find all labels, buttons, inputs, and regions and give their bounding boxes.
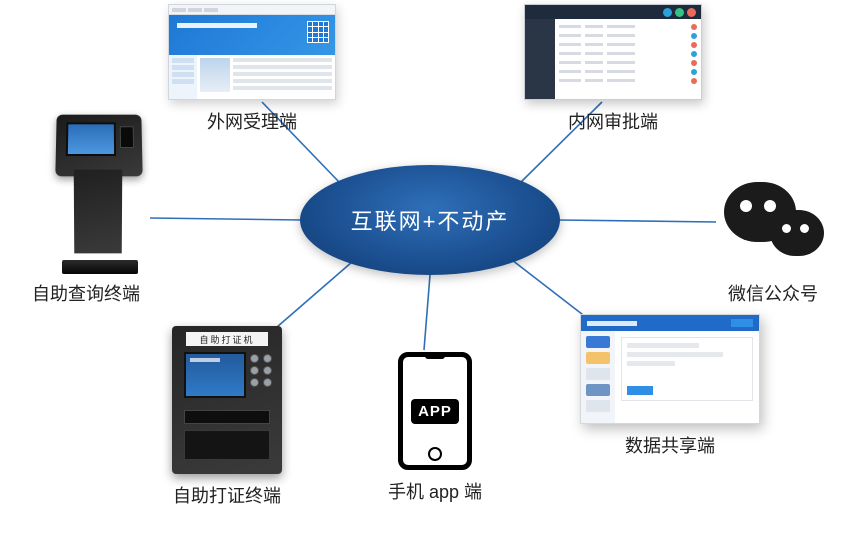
dashboard-icon <box>580 314 760 424</box>
node-label: 自助打证终端 <box>173 482 281 508</box>
center-title: 互联网+不动产 <box>351 204 510 236</box>
node-label: 微信公众号 <box>728 280 818 306</box>
node-label: 外网受理端 <box>207 108 297 134</box>
node-self-query-kiosk: 自助查询终端 <box>56 114 146 306</box>
node-label: 自助查询终端 <box>32 280 140 306</box>
center-hub: 互联网+不动产 <box>300 165 560 275</box>
wechat-icon <box>718 176 828 272</box>
node-internal-approval: 内网审批端 <box>524 4 702 134</box>
cert-printer-icon: 自助打证机 <box>172 326 282 474</box>
node-mobile-app: APP 手机 app 端 <box>388 352 482 504</box>
printer-plate-label: 自助打证机 <box>186 332 268 346</box>
node-data-sharing: 数据共享端 <box>580 314 760 458</box>
app-badge: APP <box>411 399 459 424</box>
node-self-cert-printer: 自助打证机 自助打证终端 <box>172 326 282 508</box>
node-label: 内网审批端 <box>568 108 658 134</box>
node-wechat-account: 微信公众号 <box>718 176 828 306</box>
phone-icon: APP <box>398 352 472 470</box>
node-label: 手机 app 端 <box>388 478 482 504</box>
node-external-portal: 外网受理端 <box>168 4 336 134</box>
admin-panel-icon <box>524 4 702 100</box>
browser-mock-icon <box>168 4 336 100</box>
diagram-canvas: 互联网+不动产 外网受理端 <box>0 0 863 535</box>
node-label: 数据共享端 <box>625 432 715 458</box>
kiosk-icon <box>56 114 146 274</box>
